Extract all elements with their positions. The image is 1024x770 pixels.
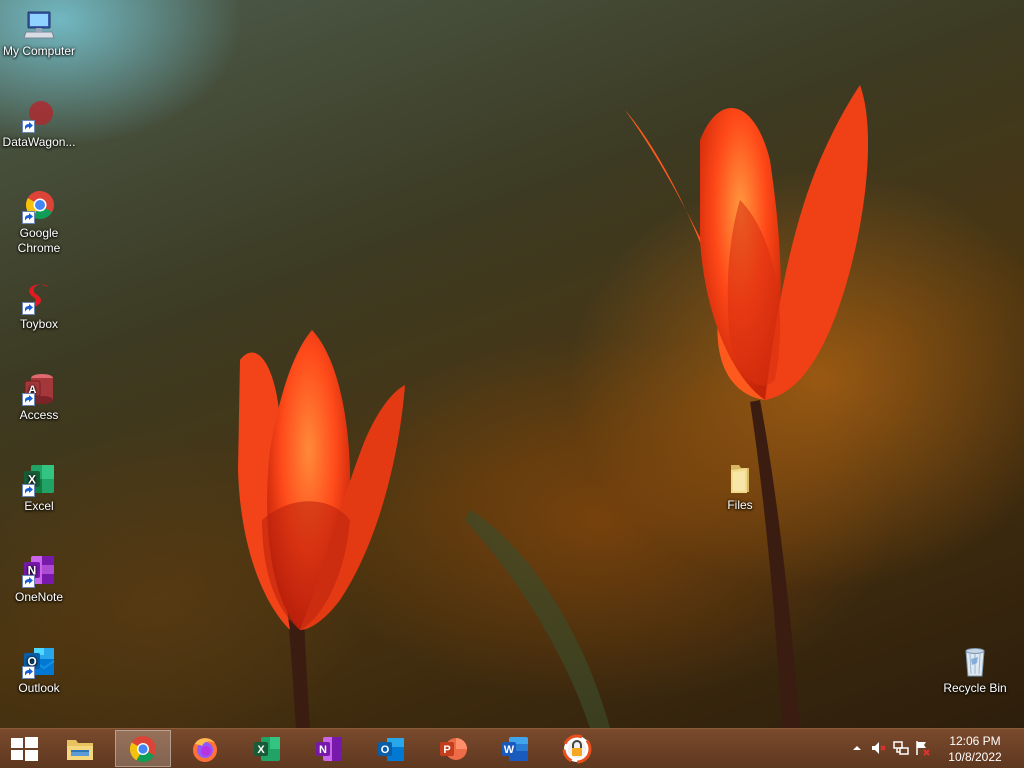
shortcut-arrow-icon [22, 211, 35, 224]
desktop-icon-datawagon[interactable]: DataWagon... [0, 99, 78, 150]
onenote-icon: N [22, 554, 56, 588]
system-tray: 12:06 PM 10/8/2022 [844, 729, 1024, 769]
shortcut-arrow-icon [22, 302, 35, 315]
recycle-bin-icon [958, 645, 992, 679]
firefox-icon [193, 737, 217, 762]
file-explorer-icon [67, 739, 93, 760]
shortcut-arrow-icon [22, 484, 35, 497]
network-icon [893, 741, 909, 755]
action-center-button[interactable] [914, 739, 932, 757]
svg-text:N: N [319, 744, 327, 756]
show-hidden-icons-button[interactable] [848, 739, 866, 757]
clock-time: 12:06 PM [949, 734, 1001, 748]
desktop-icon-label: Outlook [18, 681, 60, 695]
desktop-icon-label: My Computer [2, 44, 76, 58]
taskbar-onenote-button[interactable]: N [301, 730, 357, 767]
svg-text:P: P [443, 744, 450, 756]
desktop-icon-toybox[interactable]: Toybox [0, 281, 78, 332]
folder-icon [723, 462, 757, 496]
desktop[interactable]: My Computer DataWagon... Google Chrome T… [0, 0, 1024, 728]
show-hidden-icons-chevron-icon [853, 746, 861, 750]
taskbar-firefox-button[interactable] [177, 730, 233, 767]
computer-icon [22, 8, 56, 42]
desktop-icon-my-computer[interactable]: My Computer [0, 8, 78, 59]
action-center-flag-icon [916, 741, 930, 756]
start-button[interactable] [4, 733, 44, 765]
desktop-icon-excel[interactable]: X Excel [0, 463, 78, 514]
excel-icon: X [22, 463, 56, 497]
desktop-icon-label: DataWagon... [2, 135, 76, 149]
taskbar-clock[interactable]: 12:06 PM 10/8/2022 [940, 733, 1010, 765]
clock-date: 10/8/2022 [948, 750, 1002, 764]
google-chrome-icon [22, 190, 56, 224]
desktop-icon-label: Access [19, 408, 59, 422]
word-icon: W [502, 736, 528, 761]
desktop-icon-access[interactable]: A Access [0, 372, 78, 423]
excel-icon: X [254, 736, 280, 761]
outlook-icon: O [22, 645, 56, 679]
desktop-icon-label: Excel [24, 499, 54, 513]
desktop-icon-label: OneNote [14, 590, 64, 604]
desktop-icon-onenote[interactable]: N OneNote [0, 554, 78, 605]
desktop-icon-label: Toybox [19, 317, 59, 331]
powerpoint-icon: P [440, 737, 467, 760]
svg-text:W: W [504, 744, 515, 756]
google-chrome-icon [129, 735, 156, 762]
shortcut-arrow-icon [22, 666, 35, 679]
volume-muted-icon [872, 742, 886, 754]
desktop-icon-label: Google Chrome [17, 226, 61, 255]
taskbar-powerpoint-button[interactable]: P [425, 730, 481, 767]
desktop-icon-outlook[interactable]: O Outlook [0, 645, 78, 696]
wallpaper-tulips-image [238, 85, 869, 728]
shortcut-arrow-icon [22, 120, 35, 133]
access-icon: A [22, 372, 56, 406]
desktop-icon-files-folder[interactable]: Files [701, 462, 779, 513]
vpn-lock-icon [562, 734, 592, 763]
network-button[interactable] [892, 739, 910, 757]
outlook-icon: O [378, 737, 404, 761]
desktop-icon-label: Recycle Bin [943, 681, 1007, 695]
desktop-icon-label: Files [727, 498, 753, 512]
volume-button[interactable] [870, 739, 888, 757]
shortcut-arrow-icon [22, 575, 35, 588]
windows-start-icon [11, 737, 38, 761]
taskbar-vpn-button[interactable] [549, 730, 605, 767]
svg-text:O: O [381, 744, 390, 756]
datawagon-icon [22, 99, 56, 133]
taskbar-outlook-button[interactable]: O [363, 730, 419, 767]
taskbar: X N O P W 12:06 PM 10/8/2022 [0, 728, 1024, 768]
desktop-icon-recycle-bin[interactable]: Recycle Bin [936, 645, 1014, 696]
taskbar-excel-button[interactable]: X [239, 730, 295, 767]
svg-text:X: X [257, 744, 265, 756]
taskbar-file-explorer-button[interactable] [52, 730, 108, 767]
taskbar-word-button[interactable]: W [487, 730, 543, 767]
desktop-icon-google-chrome[interactable]: Google Chrome [0, 190, 78, 256]
shortcut-arrow-icon [22, 393, 35, 406]
taskbar-chrome-button[interactable] [115, 730, 171, 767]
onenote-icon: N [316, 736, 342, 761]
toybox-icon [22, 281, 56, 315]
